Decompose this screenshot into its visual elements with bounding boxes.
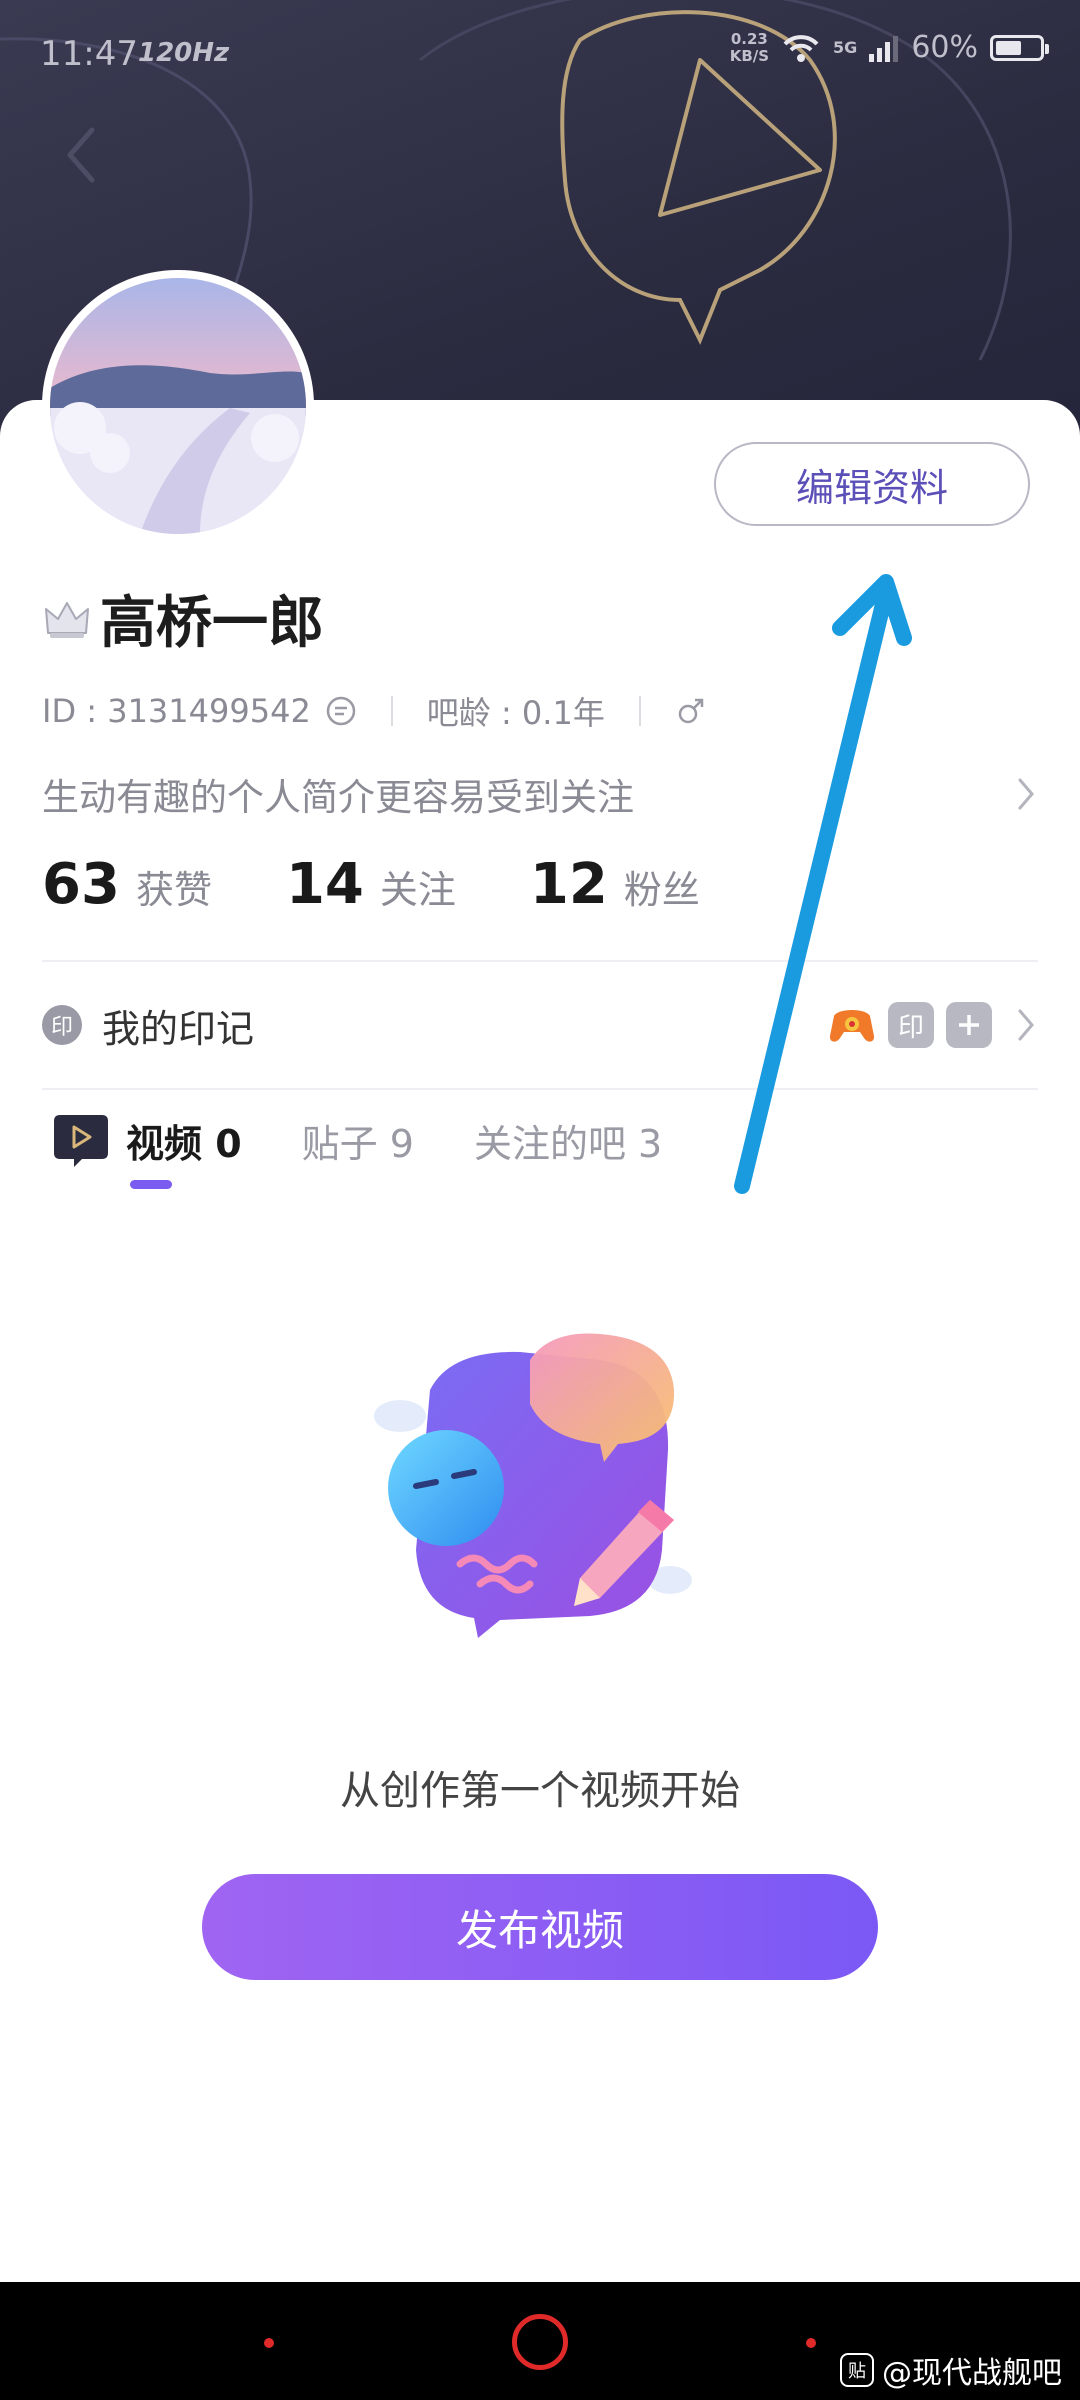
copy-icon[interactable] [325, 695, 357, 727]
stat-likes[interactable]: 63 获赞 [42, 852, 212, 917]
add-mark-icon[interactable] [946, 1002, 992, 1048]
crown-icon[interactable] [42, 597, 92, 641]
stat-value: 14 [285, 852, 364, 917]
empty-state-message: 从创作第一个视频开始 [340, 1768, 740, 1814]
tab-videos[interactable]: 视频 0 [52, 1109, 242, 1171]
publish-video-button[interactable]: 发布视频 [202, 1874, 878, 1980]
bio-row[interactable]: 生动有趣的个人简介更容易受到关注 [42, 768, 1038, 820]
net-speed-value: 0.23 [730, 29, 768, 48]
network-type: 5G [833, 38, 858, 57]
nav-menu-button[interactable] [264, 2338, 274, 2348]
signal-icon [869, 35, 899, 62]
content-tabs: 视频 0 贴子 9 关注的吧 3 [52, 1100, 722, 1180]
mark-badge: 印 [888, 1002, 934, 1048]
video-tab-icon [54, 1115, 108, 1167]
my-marks-badges: 印 [828, 1002, 1038, 1048]
edit-profile-button[interactable]: 编辑资料 [714, 442, 1030, 526]
net-speed: 0.23 KB/S [729, 29, 770, 65]
net-speed-unit: KB/S [729, 46, 770, 65]
tab-posts[interactable]: 贴子 9 [302, 1113, 414, 1168]
avatar[interactable] [42, 270, 314, 542]
tab-followed-bars-label: 关注的吧 3 [473, 1121, 663, 1166]
tab-posts-label: 贴子 9 [301, 1121, 414, 1166]
status-bar: 11:47 120Hz 0.23 KB/S 5G 60% [0, 0, 1080, 110]
separator [638, 696, 641, 726]
chevron-right-icon [1018, 778, 1034, 810]
game-controller-badge-icon [829, 1010, 875, 1042]
divider [42, 1088, 1038, 1090]
nav-back-button[interactable] [806, 2338, 816, 2348]
my-marks-left: 印 我的印记 [42, 998, 254, 1053]
separator [390, 696, 393, 726]
user-id: ID : 3131499542 [42, 692, 311, 730]
status-refresh-rate: 120Hz [138, 38, 230, 68]
mark-icon: 印 [42, 1005, 82, 1045]
username-row: 高桥一郎 [42, 578, 324, 659]
bio-placeholder: 生动有趣的个人简介更容易受到关注 [42, 776, 634, 819]
my-marks-label: 我的印记 [102, 1006, 255, 1051]
back-chevron-icon[interactable] [56, 120, 106, 190]
male-gender-icon [678, 698, 704, 724]
my-marks-row[interactable]: 印 我的印记 印 [42, 990, 1038, 1060]
battery-icon [990, 34, 1049, 61]
avatar-image [50, 278, 306, 534]
stat-following[interactable]: 14 关注 [286, 852, 456, 917]
username: 高桥一郎 [100, 591, 324, 656]
watermark-text: @现代战舰吧 [882, 2356, 1062, 2391]
tab-videos-label: 视频 0 [126, 1121, 242, 1166]
empty-state-illustration [374, 1333, 692, 1638]
stat-followers[interactable]: 12 粉丝 [530, 852, 700, 917]
stats-row: 63 获赞 14 关注 12 粉丝 [42, 852, 774, 917]
bar-age: 吧龄 : 0.1年 [426, 694, 605, 732]
nav-home-button[interactable] [512, 2314, 568, 2370]
stat-label: 获赞 [135, 868, 212, 912]
stat-value: 63 [42, 852, 120, 917]
divider [42, 960, 1038, 962]
tieba-logo-icon: 贴 [840, 2353, 874, 2387]
chevron-right-icon [1018, 1009, 1034, 1041]
watermark: 贴 @现代战舰吧 [840, 2348, 1062, 2392]
system-nav-bar: 贴 @现代战舰吧 [0, 2282, 1080, 2400]
status-time: 11:47 [40, 34, 138, 74]
active-tab-indicator [130, 1180, 172, 1189]
wifi-icon [783, 34, 819, 62]
meta-row: ID : 3131499542 吧龄 : 0.1年 [42, 688, 707, 734]
stat-value: 12 [529, 852, 608, 917]
tab-followed-bars[interactable]: 关注的吧 3 [474, 1113, 662, 1168]
battery-percent: 60% [911, 30, 978, 65]
status-right-group: 0.23 KB/S 5G 60% [729, 29, 1049, 65]
stat-label: 关注 [379, 868, 456, 912]
stat-label: 粉丝 [623, 868, 700, 912]
